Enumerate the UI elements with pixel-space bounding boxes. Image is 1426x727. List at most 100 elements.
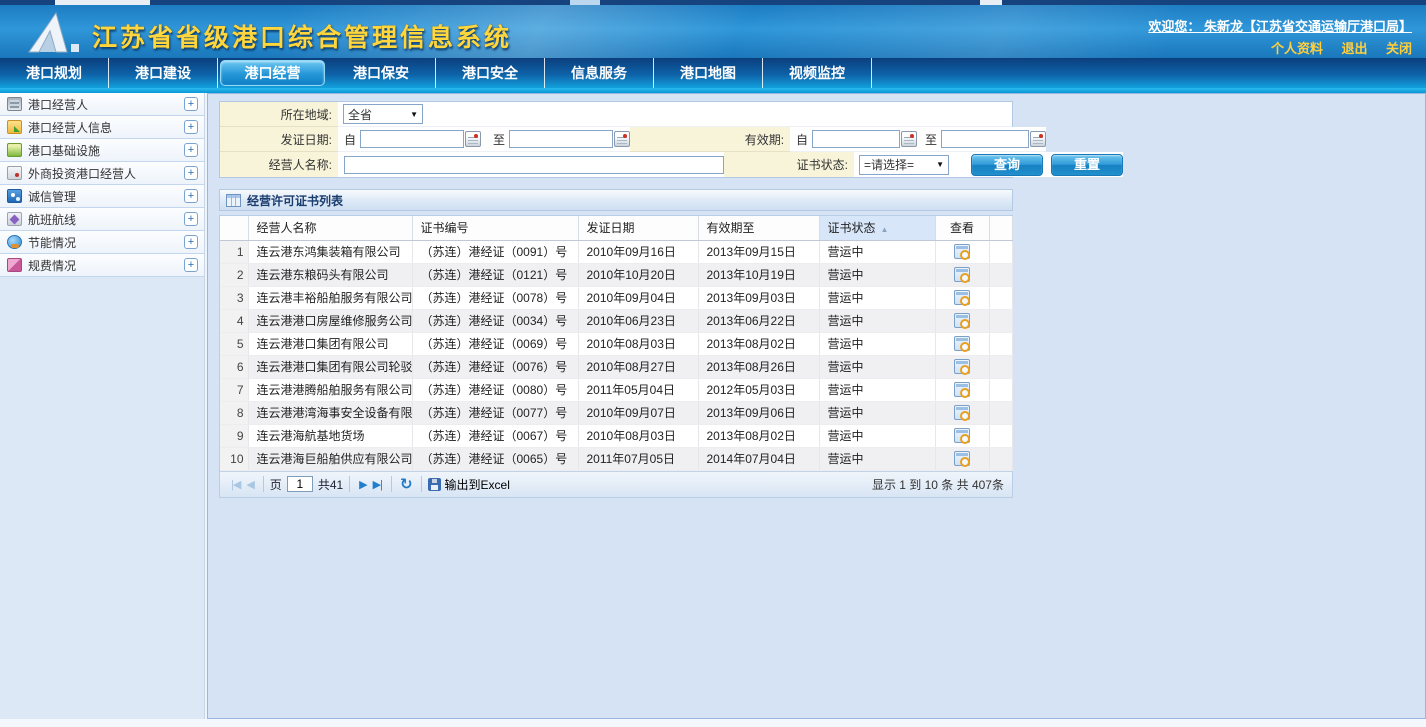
view-icon[interactable] [954, 267, 970, 282]
sidebar-item-operator-info[interactable]: 港口经营人信息 + [0, 116, 204, 139]
col-view[interactable]: 查看 [935, 216, 989, 240]
expand-plus-icon[interactable]: + [184, 258, 198, 272]
valid-from-input[interactable] [812, 130, 900, 148]
view-icon[interactable] [954, 244, 970, 259]
col-cert-no[interactable]: 证书编号 [412, 216, 578, 240]
expand-plus-icon[interactable]: + [184, 212, 198, 226]
main-content: 所在地域: 全省 ▼ 发证日期: 自 至 有效期: 自 [207, 93, 1426, 719]
view-icon[interactable] [954, 428, 970, 443]
filler-cell [989, 332, 1012, 355]
valid-period-label: 有效期: [630, 127, 790, 152]
folder-arrow-icon [7, 120, 22, 134]
view-icon[interactable] [954, 405, 970, 420]
next-page-icon[interactable]: ▶ [359, 478, 366, 491]
view-icon[interactable] [954, 336, 970, 351]
calendar-icon[interactable] [1030, 131, 1046, 147]
col-operator-name[interactable]: 经营人名称 [248, 216, 412, 240]
view-icon[interactable] [954, 382, 970, 397]
operator-name-cell: 连云港东鸿集装箱有限公司 [248, 240, 412, 263]
search-form: 所在地域: 全省 ▼ 发证日期: 自 至 有效期: 自 [219, 101, 1013, 178]
filler-cell [989, 355, 1012, 378]
filler-cell [989, 424, 1012, 447]
col-cert-status[interactable]: 证书状态▲ [819, 216, 935, 240]
expand-plus-icon[interactable]: + [184, 235, 198, 249]
header-links: 个人资料 退出 关闭 [1257, 38, 1412, 58]
valid-until-cell: 2013年09月03日 [698, 286, 819, 309]
app-title: 江苏省省级港口综合管理信息系统 [92, 18, 512, 54]
expand-plus-icon[interactable]: + [184, 143, 198, 157]
first-page-icon[interactable]: |◀ [231, 478, 240, 491]
issue-date-to-input[interactable] [509, 130, 613, 148]
total-pages: 共41 [318, 476, 343, 493]
expand-plus-icon[interactable]: + [184, 189, 198, 203]
table-row[interactable]: 10 连云港海巨船舶供应有限公司 （苏连）港经证（0065）号 2011年07月… [220, 447, 1012, 470]
monitor-icon [7, 97, 22, 111]
table-row[interactable]: 9 连云港海航基地货场 （苏连）港经证（0067）号 2010年08月03日 2… [220, 424, 1012, 447]
profile-link[interactable]: 个人资料 [1271, 41, 1323, 56]
operator-name-cell: 连云港东粮码头有限公司 [248, 263, 412, 286]
col-valid-until[interactable]: 有效期至 [698, 216, 819, 240]
valid-to-input[interactable] [941, 130, 1029, 148]
cert-no-cell: （苏连）港经证（0080）号 [412, 378, 578, 401]
panel-title-bar: 经营许可证书列表 [219, 189, 1013, 211]
page-number-input[interactable] [287, 476, 313, 492]
issue-date-from-input[interactable] [360, 130, 464, 148]
table-row[interactable]: 1 连云港东鸿集装箱有限公司 （苏连）港经证（0091）号 2010年09月16… [220, 240, 1012, 263]
sidebar-item-credit-management[interactable]: 诚信管理 + [0, 185, 204, 208]
cert-no-cell: （苏连）港经证（0091）号 [412, 240, 578, 263]
search-button[interactable]: 查询 [971, 154, 1043, 176]
tab-port-construction[interactable]: 港口建设 [109, 58, 218, 88]
logout-link[interactable]: 退出 [1342, 41, 1368, 56]
valid-until-cell: 2013年10月19日 [698, 263, 819, 286]
prev-page-icon[interactable]: ◀ [246, 478, 253, 491]
operator-name-input[interactable] [344, 156, 724, 174]
calendar-icon[interactable] [614, 131, 630, 147]
table-row[interactable]: 4 连云港港口房屋维修服务公司 （苏连）港经证（0034）号 2010年06月2… [220, 309, 1012, 332]
status-cell: 营运中 [819, 309, 935, 332]
view-icon[interactable] [954, 359, 970, 374]
sidebar-item-port-operators[interactable]: 港口经营人 + [0, 93, 204, 116]
calendar-icon[interactable] [901, 131, 917, 147]
refresh-icon[interactable]: ↻ [400, 475, 413, 493]
operator-name-cell: 连云港港口集团有限公司 [248, 332, 412, 355]
issue-date-cell: 2011年07月05日 [578, 447, 698, 470]
tab-port-operation[interactable]: 港口经营 [220, 60, 325, 86]
sidebar-item-fees[interactable]: 规费情况 + [0, 254, 204, 277]
close-link[interactable]: 关闭 [1386, 41, 1412, 56]
tab-port-safety[interactable]: 港口安全 [436, 58, 545, 88]
tab-port-map[interactable]: 港口地图 [654, 58, 763, 88]
tab-port-planning[interactable]: 港口规划 [0, 58, 109, 88]
calendar-icon[interactable] [465, 131, 481, 147]
table-row[interactable]: 3 连云港丰裕船舶服务有限公司 （苏连）港经证（0078）号 2010年09月0… [220, 286, 1012, 309]
col-issue-date[interactable]: 发证日期 [578, 216, 698, 240]
expand-plus-icon[interactable]: + [184, 97, 198, 111]
expand-plus-icon[interactable]: + [184, 166, 198, 180]
operator-name-label: 经营人名称: [220, 152, 338, 177]
cert-status-select[interactable]: =请选择= ▼ [859, 155, 949, 175]
sidebar-item-flight-routes[interactable]: 航班航线 + [0, 208, 204, 231]
tab-video-monitor[interactable]: 视频监控 [763, 58, 872, 88]
table-row[interactable]: 8 连云港港湾海事安全设备有限... （苏连）港经证（0077）号 2010年0… [220, 401, 1012, 424]
tab-info-service[interactable]: 信息服务 [545, 58, 654, 88]
view-icon[interactable] [954, 313, 970, 328]
row-number-header [220, 216, 248, 240]
table-row[interactable]: 5 连云港港口集团有限公司 （苏连）港经证（0069）号 2010年08月03日… [220, 332, 1012, 355]
last-page-icon[interactable]: ▶| [373, 478, 382, 491]
view-icon[interactable] [954, 451, 970, 466]
cert-no-cell: （苏连）港经证（0078）号 [412, 286, 578, 309]
cert-no-cell: （苏连）港经证（0077）号 [412, 401, 578, 424]
region-select[interactable]: 全省 ▼ [343, 104, 423, 124]
expand-plus-icon[interactable]: + [184, 120, 198, 134]
sidebar-item-foreign-investment[interactable]: 外商投资港口经营人 + [0, 162, 204, 185]
view-icon[interactable] [954, 290, 970, 305]
table-row[interactable]: 6 连云港港口集团有限公司轮驳... （苏连）港经证（0076）号 2010年0… [220, 355, 1012, 378]
main-nav: 港口规划 港口建设 港口经营 港口保安 港口安全 信息服务 港口地图 视频监控 [0, 58, 1426, 88]
globe-icon [7, 235, 22, 249]
table-row[interactable]: 2 连云港东粮码头有限公司 （苏连）港经证（0121）号 2010年10月20日… [220, 263, 1012, 286]
sidebar-item-energy-saving[interactable]: 节能情况 + [0, 231, 204, 254]
reset-button[interactable]: 重置 [1051, 154, 1123, 176]
tab-port-security[interactable]: 港口保安 [327, 58, 436, 88]
table-row[interactable]: 7 连云港港腾船舶服务有限公司 （苏连）港经证（0080）号 2011年05月0… [220, 378, 1012, 401]
export-excel-button[interactable]: 输出到Excel [428, 476, 510, 493]
sidebar-item-infrastructure[interactable]: 港口基础设施 + [0, 139, 204, 162]
